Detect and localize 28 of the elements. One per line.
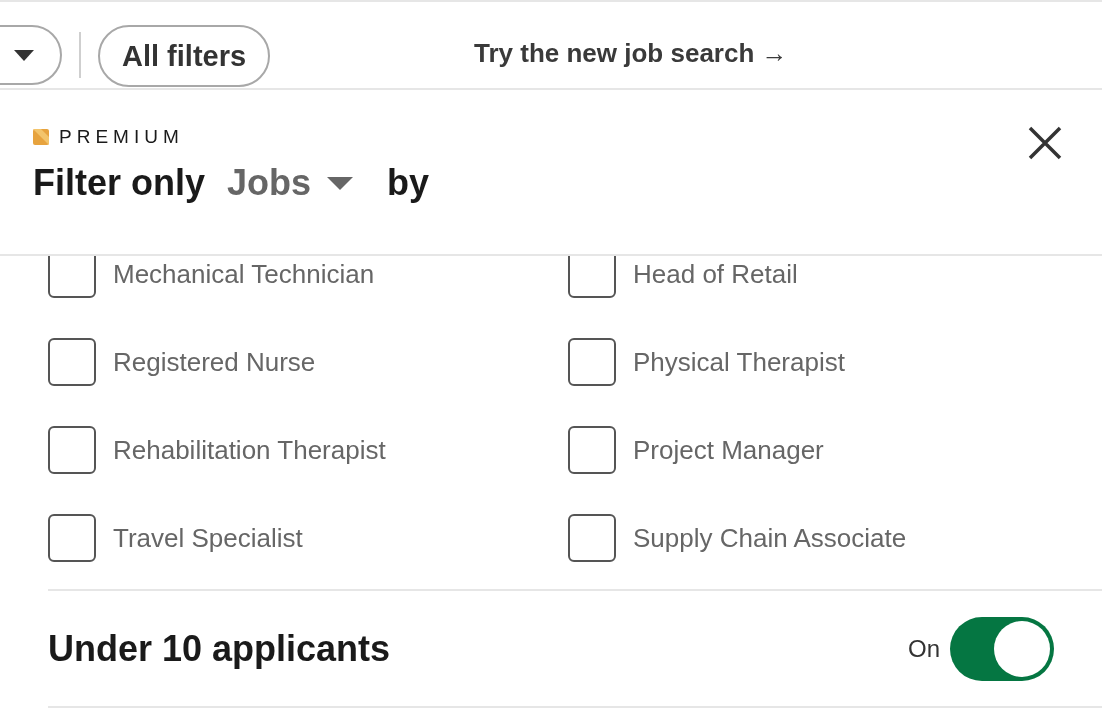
option-label: Registered Nurse: [113, 346, 316, 378]
checkbox[interactable]: [568, 426, 616, 474]
type-dropdown[interactable]: Jobs: [227, 162, 354, 204]
checkbox[interactable]: [48, 256, 96, 298]
all-filters-button[interactable]: All filters: [98, 25, 271, 87]
checkbox[interactable]: [48, 514, 96, 562]
caret-icon: [14, 49, 34, 61]
option-label: Head of Retail: [633, 258, 798, 290]
checkbox[interactable]: [568, 338, 616, 386]
filter-title: Under 10 applicants: [48, 627, 391, 670]
toggle-label: On: [908, 634, 940, 663]
premium-icon: [33, 129, 49, 145]
premium-label: PREMIUM: [59, 126, 184, 148]
option-label: Travel Specialist: [113, 522, 303, 554]
checkbox[interactable]: [568, 514, 616, 562]
title-text: Filter only: [33, 162, 206, 204]
option-label: Project Manager: [633, 434, 824, 466]
caret-icon: [327, 176, 354, 190]
checkbox[interactable]: [48, 426, 96, 474]
title-text: by: [387, 162, 430, 204]
new-job-search-link[interactable]: Try the new job search →: [474, 38, 788, 69]
option-label: Rehabilitation Therapist: [113, 434, 386, 466]
option-label: Supply Chain Associate: [633, 522, 907, 554]
option-label: Mechanical Technician: [113, 258, 375, 290]
checkbox[interactable]: [568, 256, 616, 298]
checkbox[interactable]: [48, 338, 96, 386]
option-label: Physical Therapist: [633, 346, 845, 378]
close-icon[interactable]: [1028, 126, 1062, 160]
